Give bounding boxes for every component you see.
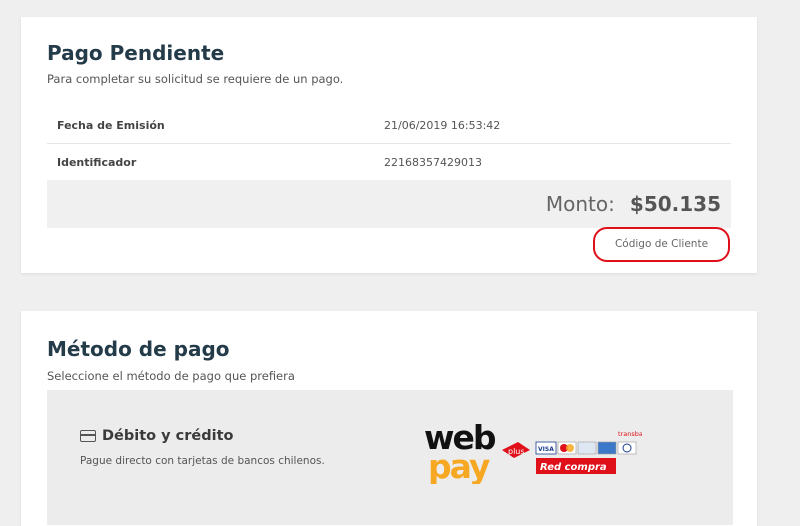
payment-method-card: Método de pago Seleccione el método de p… [21, 311, 757, 526]
detail-row-issue-date: Fecha de Emisión 21/06/2019 16:53:42 [47, 107, 731, 144]
detail-label: Identificador [57, 156, 137, 169]
visa-icon-text: VISA [538, 446, 554, 453]
logo-plus-text: plus [508, 447, 525, 456]
amount-label: Monto: [545, 192, 615, 216]
magna-icon [577, 441, 597, 455]
detail-label: Fecha de Emisión [57, 119, 165, 132]
amount-bar: Monto: $50.135 [47, 180, 731, 228]
redcompra-text: Red compra [540, 462, 607, 473]
detail-value: 22168357429013 [384, 156, 482, 169]
credit-card-icon [80, 430, 96, 442]
payment-option-title: Débito y crédito [80, 428, 233, 444]
amount-text: Monto: $50.135 [546, 192, 721, 216]
detail-row-identifier: Identificador 22168357429013 [47, 144, 731, 181]
detail-value: 21/06/2019 16:53:42 [384, 119, 501, 132]
payment-method-title: Método de pago [47, 337, 230, 361]
client-code-link[interactable]: Código de Cliente [593, 227, 730, 262]
logo-pay-text: pay [428, 447, 490, 484]
pending-payment-title: Pago Pendiente [47, 41, 225, 65]
amount-value: $50.135 [629, 192, 721, 216]
card-brand-icons: VISA [535, 441, 637, 455]
payment-details-table: Fecha de Emisión 21/06/2019 16:53:42 Ide… [47, 107, 731, 181]
webpay-plus-logo: web pay plus transbank. VISA Red compra [424, 418, 642, 484]
payment-option-debit-credit[interactable]: Débito y crédito Pague directo con tarje… [47, 390, 733, 525]
amex-icon [597, 441, 617, 455]
payment-method-subtitle: Seleccione el método de pago que prefier… [47, 369, 295, 383]
logo-transbank-text: transbank. [618, 430, 642, 438]
payment-option-description: Pague directo con tarjetas de bancos chi… [80, 455, 325, 467]
payment-option-title-text: Débito y crédito [102, 428, 234, 444]
pending-payment-card: Pago Pendiente Para completar su solicit… [21, 17, 757, 273]
pending-payment-subtitle: Para completar su solicitud se requiere … [47, 72, 344, 86]
